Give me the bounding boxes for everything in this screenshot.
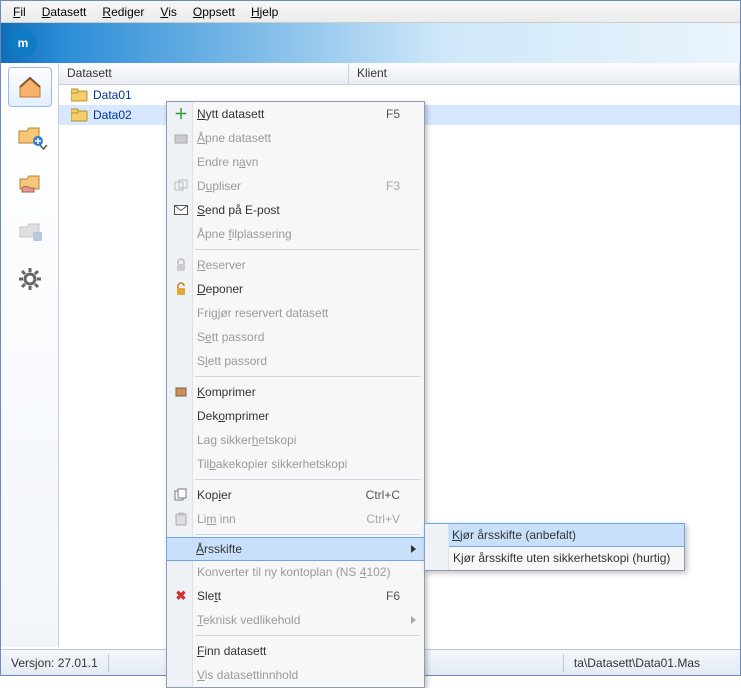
toolbar-folder-button[interactable]	[8, 163, 52, 203]
menu-item-teknisk: Teknisk vedlikehold	[167, 608, 424, 632]
status-path: ta\Datasett\Data01.Mas	[563, 654, 710, 672]
left-toolbar	[1, 63, 59, 647]
menu-item-arsskifte[interactable]: Årsskifte	[166, 537, 425, 561]
menu-rediger[interactable]: Rediger	[94, 3, 152, 21]
submenu-arsskifte: Kjør årsskifte (anbefalt) Kjør årsskifte…	[424, 523, 685, 571]
menu-item-slett-passord: Slett passord	[167, 349, 424, 373]
dataset-folder-icon	[71, 108, 87, 122]
dataset-folder-icon	[71, 88, 87, 102]
context-menu: ＋ Nytt datasett F5 Åpne datasett Endre n…	[166, 101, 425, 688]
submenu-item-anbefalt[interactable]: Kjør årsskifte (anbefalt)	[424, 523, 685, 547]
menu-item-apne-datasett: Åpne datasett	[167, 126, 424, 150]
menu-separator	[195, 249, 420, 250]
unlock-icon	[173, 281, 189, 297]
main-window: Fil Datasett Rediger Vis Oppsett Hjelp m	[0, 0, 741, 676]
grid-header: Datasett Klient	[59, 63, 740, 85]
menu-item-reserver: Reserver	[167, 253, 424, 277]
submenu-arrow-icon	[411, 545, 416, 553]
menu-item-komprimer[interactable]: Komprimer	[167, 380, 424, 404]
paste-icon	[173, 511, 189, 527]
menu-oppsett[interactable]: Oppsett	[185, 3, 243, 21]
menu-icon-gutter	[425, 524, 449, 570]
open-icon	[173, 130, 189, 146]
menu-item-konverter: Konverter til ny kontoplan (NS 4102)	[167, 560, 424, 584]
menu-item-sett-passord: Sett passord	[167, 325, 424, 349]
column-header-datasett[interactable]: Datasett	[59, 63, 349, 84]
copy-icon	[173, 487, 189, 503]
toolbar-open-button[interactable]	[8, 115, 52, 155]
menu-item-deponer[interactable]: Deponer	[167, 277, 424, 301]
shortcut-label: F3	[386, 179, 400, 193]
menu-separator	[195, 635, 420, 636]
menu-item-send-epost[interactable]: Send på E-post	[167, 198, 424, 222]
menu-separator	[195, 534, 420, 535]
duplicate-icon	[173, 178, 189, 194]
logo-bar: m	[1, 23, 740, 63]
folder-save-icon	[16, 219, 44, 243]
menu-item-lag-sikkerhetskopi: Lag sikkerhetskopi	[167, 428, 424, 452]
menubar: Fil Datasett Rediger Vis Oppsett Hjelp	[1, 1, 740, 23]
menu-item-dupliser: Dupliser F3	[167, 174, 424, 198]
row-label: Data02	[93, 108, 132, 122]
app-logo-icon: m	[9, 29, 37, 57]
menu-item-slett[interactable]: ✖ Slett F6	[167, 584, 424, 608]
folder-hand-icon	[16, 171, 44, 195]
menu-hjelp[interactable]: Hjelp	[243, 3, 286, 21]
delete-icon: ✖	[173, 588, 189, 604]
submenu-arrow-icon	[411, 616, 416, 624]
menu-item-dekomprimer[interactable]: Dekomprimer	[167, 404, 424, 428]
menu-item-kopier[interactable]: Kopier Ctrl+C	[167, 483, 424, 507]
shortcut-label: Ctrl+V	[366, 512, 400, 526]
gear-icon	[17, 266, 43, 292]
menu-datasett[interactable]: Datasett	[34, 3, 95, 21]
toolbar-save-button[interactable]	[8, 211, 52, 251]
toolbar-settings-button[interactable]	[8, 259, 52, 299]
menu-item-finn-datasett[interactable]: Finn datasett	[167, 639, 424, 663]
toolbar-home-button[interactable]	[8, 67, 52, 107]
menu-item-nytt-datasett[interactable]: ＋ Nytt datasett F5	[167, 102, 424, 126]
plus-icon: ＋	[173, 106, 189, 122]
menu-item-tilbakekopier: Tilbakekopier sikkerhetskopi	[167, 452, 424, 476]
shortcut-label: F5	[386, 107, 400, 121]
menu-item-apne-filplassering: Åpne filplassering	[167, 222, 424, 246]
menu-item-lim-inn: Lim inn Ctrl+V	[167, 507, 424, 531]
mail-icon	[173, 202, 189, 218]
menu-separator	[195, 376, 420, 377]
status-version: Versjon: 27.01.1	[1, 654, 109, 672]
menu-item-endre-navn: Endre navn	[167, 150, 424, 174]
menu-file[interactable]: Fil	[5, 3, 34, 21]
chevron-down-icon	[39, 144, 48, 150]
shortcut-label: F6	[386, 589, 400, 603]
menu-item-frigjor: Frigjør reservert datasett	[167, 301, 424, 325]
menu-item-vis-innhold: Vis datasettinnhold	[167, 663, 424, 687]
shortcut-label: Ctrl+C	[366, 488, 400, 502]
submenu-item-hurtig[interactable]: Kjør årsskifte uten sikkerhetskopi (hurt…	[425, 546, 684, 570]
home-icon	[16, 75, 44, 99]
menu-vis[interactable]: Vis	[152, 3, 184, 21]
menu-separator	[195, 479, 420, 480]
lock-icon	[173, 257, 189, 273]
column-header-klient[interactable]: Klient	[349, 63, 740, 84]
row-label: Data01	[93, 88, 132, 102]
compress-icon	[173, 384, 189, 400]
